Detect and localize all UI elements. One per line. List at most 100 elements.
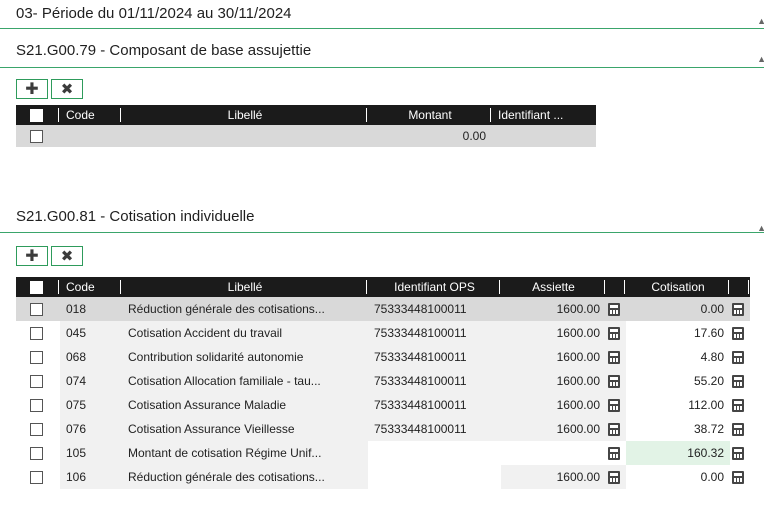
cell-cotisation[interactable]: 0.00 [626, 465, 730, 489]
select-all-checkbox[interactable] [30, 109, 43, 123]
cell-libelle[interactable]: Cotisation Assurance Maladie [122, 393, 368, 417]
cell-identifiant-ops[interactable] [368, 465, 501, 489]
cell-montant[interactable]: 0.00 [368, 125, 492, 147]
table-row[interactable]: 105 Montant de cotisation Régime Unif...… [16, 441, 750, 465]
col-assiette[interactable]: Assiette [501, 277, 606, 297]
cell-assiette[interactable]: 1600.00 [501, 417, 606, 441]
col-code[interactable]: Code [60, 277, 122, 297]
cell-identifiant-ops[interactable]: 75333448100011 [368, 417, 501, 441]
cell-identifiant[interactable] [492, 125, 596, 147]
table-row[interactable]: 045 Cotisation Accident du travail 75333… [16, 321, 750, 345]
cell-cotisation[interactable]: 17.60 [626, 321, 730, 345]
cell-assiette[interactable]: 1600.00 [501, 465, 606, 489]
cell-assiette[interactable] [501, 441, 606, 465]
assiette-calc-button[interactable] [606, 321, 626, 345]
cell-code[interactable]: 018 [60, 297, 122, 321]
collapse-caret-icon[interactable]: ▲ [757, 212, 764, 245]
assiette-calc-button[interactable] [606, 345, 626, 369]
cell-libelle[interactable]: Réduction générale des cotisations... [122, 465, 368, 489]
col-code[interactable]: Code [60, 105, 122, 125]
cell-identifiant-ops[interactable]: 75333448100011 [368, 369, 501, 393]
cell-code[interactable]: 105 [60, 441, 122, 465]
col-cotisation[interactable]: Cotisation [626, 277, 730, 297]
cell-cotisation[interactable]: 4.80 [626, 345, 730, 369]
col-montant[interactable]: Montant [368, 105, 492, 125]
assiette-calc-button[interactable] [606, 297, 626, 321]
assiette-calc-button[interactable] [606, 417, 626, 441]
cotisation-calc-button[interactable] [730, 393, 750, 417]
row-checkbox[interactable] [30, 423, 43, 437]
cell-code[interactable]: 075 [60, 393, 122, 417]
cell-cotisation[interactable]: 0.00 [626, 297, 730, 321]
row-checkbox[interactable] [30, 130, 43, 144]
row-checkbox[interactable] [30, 375, 43, 389]
cell-libelle[interactable]: Réduction générale des cotisations... [122, 297, 368, 321]
cell-libelle[interactable]: Cotisation Assurance Vieillesse [122, 417, 368, 441]
cell-libelle[interactable] [122, 125, 368, 147]
section-cotisation-header[interactable]: S21.G00.81 - Cotisation individuelle ▲ [0, 200, 764, 233]
assiette-calc-button[interactable] [606, 393, 626, 417]
cell-identifiant-ops[interactable]: 75333448100011 [368, 297, 501, 321]
cell-libelle[interactable]: Montant de cotisation Régime Unif... [122, 441, 368, 465]
cell-code[interactable]: 045 [60, 321, 122, 345]
cell-cotisation[interactable]: 112.00 [626, 393, 730, 417]
cell-libelle[interactable]: Cotisation Allocation familiale - tau... [122, 369, 368, 393]
cotisation-calc-button[interactable] [730, 321, 750, 345]
cell-identifiant-ops[interactable]: 75333448100011 [368, 345, 501, 369]
cell-assiette[interactable]: 1600.00 [501, 369, 606, 393]
cell-assiette[interactable]: 1600.00 [501, 297, 606, 321]
cell-identifiant-ops[interactable]: 75333448100011 [368, 321, 501, 345]
row-checkbox[interactable] [30, 471, 43, 485]
cell-code[interactable] [60, 125, 122, 147]
cell-cotisation[interactable]: 38.72 [626, 417, 730, 441]
cell-identifiant-ops[interactable]: 75333448100011 [368, 393, 501, 417]
table-row[interactable]: 018 Réduction générale des cotisations..… [16, 297, 750, 321]
cell-libelle[interactable]: Cotisation Accident du travail [122, 321, 368, 345]
row-checkbox[interactable] [30, 447, 43, 461]
row-checkbox[interactable] [30, 327, 43, 341]
table-row[interactable]: 075 Cotisation Assurance Maladie 7533344… [16, 393, 750, 417]
row-checkbox[interactable] [30, 399, 43, 413]
cotisation-calc-button[interactable] [730, 345, 750, 369]
row-checkbox[interactable] [30, 303, 43, 317]
section-composant-header[interactable]: S21.G00.79 - Composant de base assujetti… [0, 36, 764, 68]
select-all-checkbox[interactable] [30, 281, 43, 295]
select-all-header[interactable] [16, 105, 60, 125]
assiette-calc-button[interactable] [606, 441, 626, 465]
col-cotisation-action[interactable] [730, 277, 750, 297]
table-row[interactable]: 068 Contribution solidarité autonomie 75… [16, 345, 750, 369]
cell-code[interactable]: 068 [60, 345, 122, 369]
col-identifiant[interactable]: Identifiant ... [492, 105, 596, 125]
cell-libelle[interactable]: Contribution solidarité autonomie [122, 345, 368, 369]
cell-assiette[interactable]: 1600.00 [501, 345, 606, 369]
select-all-header[interactable] [16, 277, 60, 297]
add-composant-button[interactable]: ✚ [16, 79, 48, 99]
cell-code[interactable]: 074 [60, 369, 122, 393]
delete-cotisation-button[interactable]: ✖ [51, 246, 83, 266]
assiette-calc-button[interactable] [606, 369, 626, 393]
collapse-caret-icon[interactable]: ▲ [757, 8, 764, 35]
row-checkbox[interactable] [30, 351, 43, 365]
table-row[interactable]: 0.00 [16, 125, 596, 147]
collapse-caret-icon[interactable]: ▲ [757, 44, 764, 74]
cotisation-calc-button[interactable] [730, 465, 750, 489]
cotisation-calc-button[interactable] [730, 441, 750, 465]
table-row[interactable]: 076 Cotisation Assurance Vieillesse 7533… [16, 417, 750, 441]
assiette-calc-button[interactable] [606, 465, 626, 489]
cell-cotisation[interactable]: 55.20 [626, 369, 730, 393]
col-assiette-action[interactable] [606, 277, 626, 297]
cell-identifiant-ops[interactable] [368, 441, 501, 465]
table-row[interactable]: 106 Réduction générale des cotisations..… [16, 465, 750, 489]
cell-assiette[interactable]: 1600.00 [501, 393, 606, 417]
cotisation-calc-button[interactable] [730, 417, 750, 441]
col-libelle[interactable]: Libellé [122, 105, 368, 125]
table-row[interactable]: 074 Cotisation Allocation familiale - ta… [16, 369, 750, 393]
cotisation-calc-button[interactable] [730, 369, 750, 393]
cell-code[interactable]: 106 [60, 465, 122, 489]
period-header[interactable]: 03- Période du 01/11/2024 au 30/11/2024 … [0, 0, 764, 29]
cotisation-calc-button[interactable] [730, 297, 750, 321]
cell-cotisation[interactable]: 160.32 [626, 441, 730, 465]
cell-code[interactable]: 076 [60, 417, 122, 441]
col-identifiant-ops[interactable]: Identifiant OPS [368, 277, 501, 297]
add-cotisation-button[interactable]: ✚ [16, 246, 48, 266]
